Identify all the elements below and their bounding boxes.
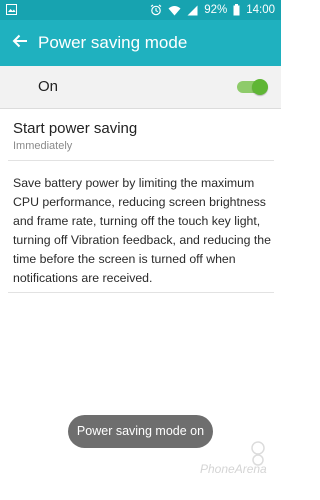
wifi-icon: [168, 5, 181, 16]
master-switch-row[interactable]: On: [0, 66, 281, 109]
status-bar: 92% 14:00: [0, 0, 281, 20]
master-switch-label: On: [38, 78, 59, 95]
alarm-icon: [150, 4, 162, 16]
power-saving-description: Save battery power by limiting the maxim…: [13, 176, 271, 285]
power-saving-toggle[interactable]: [237, 79, 268, 95]
watermark-text: PhoneArena: [200, 462, 267, 476]
signal-icon: [187, 5, 198, 16]
start-power-saving-item[interactable]: Start power saving Immediately: [0, 109, 281, 160]
toggle-thumb: [252, 79, 268, 95]
back-button[interactable]: [4, 27, 36, 59]
toast-message: Power saving mode on: [68, 415, 213, 448]
status-icons: 92% 14:00: [150, 0, 275, 20]
back-arrow-icon: [12, 34, 28, 53]
watermark-logo: PhoneArena: [200, 440, 270, 490]
clock: 14:00: [246, 4, 275, 16]
battery-icon: [233, 4, 240, 16]
divider: [8, 292, 274, 293]
start-power-saving-title: Start power saving: [13, 120, 138, 137]
divider: [8, 160, 274, 161]
screen: 92% 14:00 Power saving mode On Start pow…: [0, 0, 281, 500]
battery-percent: 92%: [204, 4, 228, 16]
start-power-saving-value: Immediately: [13, 140, 73, 152]
page-title: Power saving mode: [38, 33, 188, 52]
gallery-icon: [6, 4, 17, 15]
app-bar: Power saving mode: [0, 20, 281, 66]
